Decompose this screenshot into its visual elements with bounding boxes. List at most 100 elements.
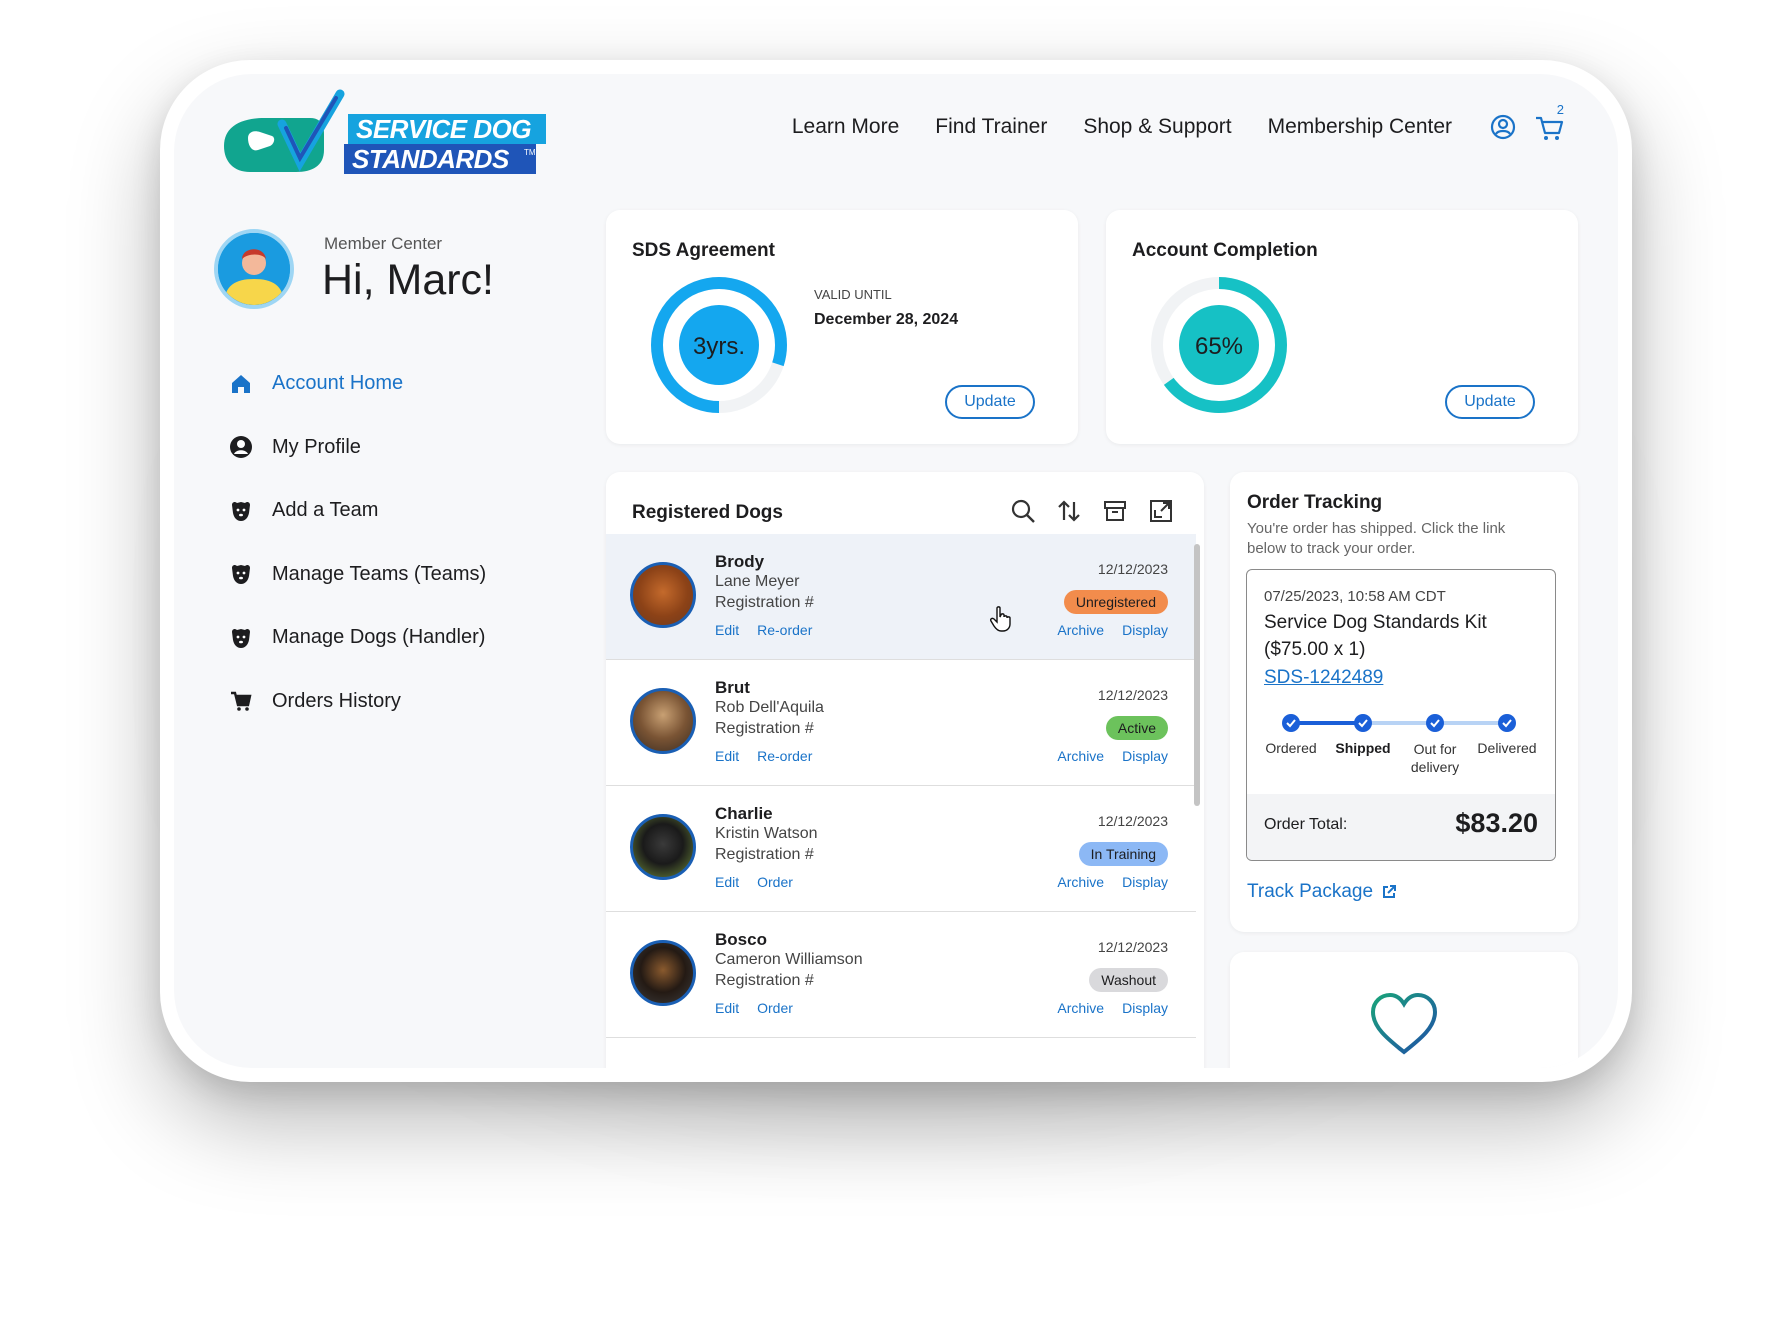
order-subtitle: You're order has shipped. Click the link… [1247, 519, 1505, 559]
sidebar-item-label: Orders History [272, 689, 401, 712]
order-subtitle-line-2: below to track your order. [1247, 540, 1416, 557]
sidebar-item-manage-teams[interactable]: Manage Teams (Teams) [228, 543, 486, 607]
nav-learn-more[interactable]: Learn More [792, 115, 899, 139]
edit-link[interactable]: Edit [715, 874, 739, 890]
nav-shop-support[interactable]: Shop & Support [1083, 115, 1231, 139]
status-badge: Unregistered [1063, 590, 1168, 614]
dog-registration: Registration # [715, 846, 814, 863]
sidebar-item-orders-history[interactable]: Orders History [228, 670, 486, 734]
cart-icon [228, 688, 254, 714]
completion-update-button[interactable]: Update [1445, 385, 1535, 419]
order-item-name: Service Dog Standards Kit [1264, 612, 1487, 633]
dogs-toolbar [1010, 498, 1174, 524]
order-total-value: $83.20 [1455, 808, 1538, 838]
sidebar-item-label: My Profile [272, 435, 361, 458]
archive-icon[interactable] [1102, 498, 1128, 524]
avatar[interactable] [214, 229, 294, 309]
agreement-ring: 3yrs. [651, 277, 787, 413]
dog-owner: Kristin Watson [715, 825, 818, 842]
avatar-illustration-icon [218, 233, 290, 305]
edit-link[interactable]: Edit [715, 622, 739, 638]
edit-link[interactable]: Edit [715, 748, 739, 764]
step-delivered-check-icon [1498, 714, 1516, 732]
table-row[interactable]: Brody Lane Meyer Registration # Edit Re-o… [606, 534, 1196, 660]
order-summary-box: 07/25/2023, 10:58 AM CDT Service Dog Sta… [1246, 569, 1556, 861]
archive-link[interactable]: Archive [1057, 1000, 1104, 1016]
cart-button[interactable]: 2 [1534, 102, 1564, 142]
display-link[interactable]: Display [1122, 622, 1168, 638]
step-label-out-for-delivery: Out for delivery [1410, 741, 1460, 775]
order-total-label: Order Total: [1264, 816, 1348, 833]
sort-icon[interactable] [1056, 498, 1082, 524]
display-link[interactable]: Display [1122, 1000, 1168, 1016]
search-icon[interactable] [1010, 498, 1036, 524]
profile-icon [228, 434, 254, 460]
dog-owner: Lane Meyer [715, 573, 800, 590]
order-id-link[interactable]: SDS-1242489 [1264, 667, 1383, 689]
reorder-link[interactable]: Re-order [757, 622, 812, 638]
display-link[interactable]: Display [1122, 748, 1168, 764]
archive-link[interactable]: Archive [1057, 622, 1104, 638]
archive-link[interactable]: Archive [1057, 874, 1104, 890]
archive-link[interactable]: Archive [1057, 748, 1104, 764]
nav-find-trainer[interactable]: Find Trainer [935, 115, 1047, 139]
table-row[interactable]: Brut Rob Dell'Aquila Registration # Edit… [606, 660, 1196, 786]
dog-name: Bosco [715, 930, 767, 949]
dog-name: Charlie [715, 804, 773, 823]
dog-photo [630, 940, 696, 1006]
edit-link[interactable]: Edit [715, 1000, 739, 1016]
scrollbar[interactable] [1194, 544, 1200, 806]
promo-card [1230, 952, 1578, 1068]
greeting-heading: Hi, Marc! [322, 256, 494, 304]
dog-icon [228, 561, 254, 587]
order-link[interactable]: Order [757, 874, 793, 890]
expand-icon[interactable] [1148, 498, 1174, 524]
brand-logo[interactable]: SERVICE DOG STANDARDS TM [220, 88, 550, 178]
agreement-update-button[interactable]: Update [945, 385, 1035, 419]
valid-until-date: December 28, 2024 [814, 311, 959, 328]
dog-date: 12/12/2023 [1097, 939, 1168, 955]
top-nav: Learn More Find Trainer Shop & Support M… [792, 102, 1564, 142]
dog-name: Brut [715, 678, 750, 697]
cart-count-badge: 2 [1556, 102, 1564, 117]
hand-cursor-icon [990, 606, 1011, 632]
dog-name: Brody [715, 552, 765, 571]
dog-photo [630, 814, 696, 880]
sidebar-item-account-home[interactable]: Account Home [228, 352, 486, 416]
order-timestamp: 07/25/2023, 10:58 AM CDT [1264, 588, 1446, 605]
sidebar-item-my-profile[interactable]: My Profile [228, 416, 486, 480]
step-label-ordered: Ordered [1265, 740, 1317, 756]
step-label-delivered: Delivered [1477, 740, 1537, 756]
table-row[interactable]: Charlie Kristin Watson Registration # Ed… [606, 786, 1196, 912]
order-link[interactable]: Order [757, 1000, 793, 1016]
dog-owner: Cameron Williamson [715, 951, 863, 968]
sidebar-item-manage-dogs[interactable]: Manage Dogs (Handler) [228, 606, 486, 670]
dog-photo [630, 562, 696, 628]
order-tracking-card: Order Tracking You're order has shipped.… [1230, 472, 1578, 932]
valid-until-label: VALID UNTIL [814, 287, 892, 302]
nav-membership-center[interactable]: Membership Center [1268, 115, 1452, 139]
sds-agreement-card: SDS Agreement 3yrs. VALID UNTIL December… [606, 210, 1078, 444]
logo-trademark: TM [524, 148, 536, 157]
user-circle-icon[interactable] [1490, 114, 1516, 140]
sidebar-item-label: Add a Team [272, 499, 379, 522]
dog-date: 12/12/2023 [1097, 813, 1168, 829]
order-item-price: ($75.00 x 1) [1264, 639, 1366, 660]
dog-icon [228, 625, 254, 651]
agreement-ring-label: 3yrs. [693, 333, 745, 360]
sidebar-nav: Account Home My Profile Add a Team Manag… [228, 352, 486, 733]
registered-dogs-card: Registered Dogs Brody Lane Meyer Registr… [606, 472, 1204, 1068]
sidebar-item-label: Account Home [272, 372, 404, 395]
table-row[interactable]: Bosco Cameron Williamson Registration # … [606, 912, 1196, 1038]
member-center-label: Member Center [324, 234, 443, 253]
external-link-icon [1383, 885, 1397, 898]
completion-ring-label: 65% [1195, 333, 1243, 360]
sidebar-item-label: Manage Dogs (Handler) [272, 626, 486, 649]
order-subtitle-line-1: You're order has shipped. Click the link [1247, 520, 1506, 537]
track-package-link[interactable]: Track Package [1247, 881, 1397, 903]
logo-line-2: STANDARDS [352, 144, 509, 174]
reorder-link[interactable]: Re-order [757, 748, 812, 764]
shipping-progress-track [1282, 714, 1516, 732]
display-link[interactable]: Display [1122, 874, 1168, 890]
sidebar-item-add-team[interactable]: Add a Team [228, 479, 486, 543]
